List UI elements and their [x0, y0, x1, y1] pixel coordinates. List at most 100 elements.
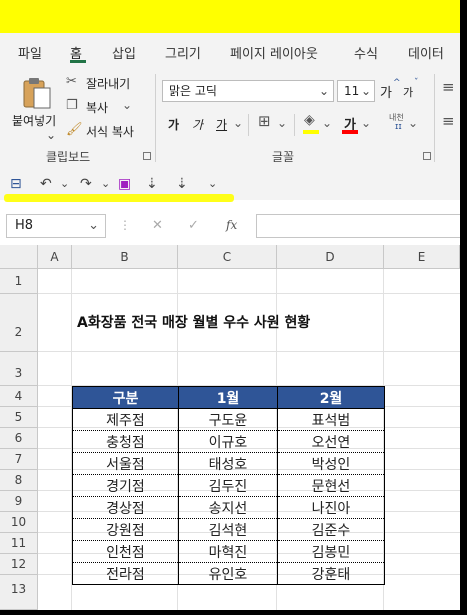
column-header-b[interactable]: B: [72, 245, 178, 269]
sort-descending-icon[interactable]: ⇣: [176, 174, 188, 194]
row-header-8[interactable]: 8: [0, 470, 38, 491]
shrink-font-button[interactable]: 가: [403, 84, 413, 100]
bold-button[interactable]: 가: [168, 116, 179, 133]
chevron-down-icon[interactable]: ⌄: [60, 174, 69, 194]
row-header-6[interactable]: 6: [0, 428, 38, 449]
tab-data[interactable]: 데이터: [408, 43, 444, 62]
font-launcher-icon[interactable]: [423, 152, 431, 160]
chevron-down-icon[interactable]: ⌄: [361, 116, 371, 130]
cut-button[interactable]: ✂ 잘라내기: [66, 74, 146, 92]
table-cell[interactable]: 서울점: [72, 452, 179, 475]
table-cell[interactable]: 이규호: [178, 430, 278, 453]
select-all-corner[interactable]: [0, 245, 38, 269]
font-color-swatch: [342, 130, 358, 134]
formula-input[interactable]: [256, 214, 460, 238]
table-cell[interactable]: 문현선: [277, 474, 385, 497]
table-cell[interactable]: 김준수: [277, 518, 385, 541]
column-header-d[interactable]: D: [277, 245, 384, 269]
chevron-down-icon[interactable]: ⌄: [233, 116, 243, 130]
paste-button[interactable]: 붙여넣기: [10, 74, 56, 128]
table-cell[interactable]: 구도윤: [178, 408, 278, 431]
font-group-label: 글꼴: [272, 150, 295, 164]
table-header-cell[interactable]: 구분: [72, 386, 179, 409]
table-cell[interactable]: 충청점: [72, 430, 179, 453]
table-header-cell[interactable]: 2월: [277, 386, 385, 409]
row-header-1[interactable]: 1: [0, 269, 38, 294]
table-cell[interactable]: 경기점: [72, 474, 179, 497]
customize-toolbar-icon[interactable]: ⌄: [208, 174, 217, 194]
table-cell[interactable]: 인천점: [72, 540, 179, 563]
table-cell[interactable]: 송지선: [178, 496, 278, 519]
scissors-icon: ✂: [66, 74, 77, 89]
sort-ascending-icon[interactable]: ⇣: [146, 174, 158, 194]
name-box-value: H8: [15, 218, 34, 233]
row-header-11[interactable]: 11: [0, 533, 38, 554]
cancel-icon[interactable]: ✕: [152, 218, 163, 233]
row-header-2[interactable]: 2: [0, 294, 38, 352]
table-cell[interactable]: 전라점: [72, 562, 179, 585]
table-cell[interactable]: 제주점: [72, 408, 179, 431]
row-header-12[interactable]: 12: [0, 554, 38, 575]
table-header-cell[interactable]: 1월: [178, 386, 278, 409]
redo-icon[interactable]: ↷: [80, 174, 92, 194]
tab-page-layout[interactable]: 페이지 레이아웃: [230, 43, 318, 62]
chevron-down-icon[interactable]: ⌄: [277, 116, 287, 130]
chevron-down-icon[interactable]: ⌄: [408, 116, 418, 130]
autofit-icon[interactable]: ⊟: [10, 174, 22, 194]
table-cell[interactable]: 유인호: [178, 562, 278, 585]
table-cell[interactable]: 김봉민: [277, 540, 385, 563]
fill-color-icon[interactable]: ◈: [304, 112, 315, 128]
row-header-5[interactable]: 5: [0, 407, 38, 428]
format-painter-button[interactable]: 🖌 서식 복사: [66, 122, 146, 140]
copy-icon: ❐: [66, 98, 78, 113]
table-cell[interactable]: 마혁진: [178, 540, 278, 563]
save-icon[interactable]: ▣: [118, 174, 131, 194]
name-box[interactable]: H8 ⌄: [6, 214, 106, 238]
table-cell[interactable]: 김두진: [178, 474, 278, 497]
undo-icon[interactable]: ↶: [40, 174, 52, 194]
align-top-icon[interactable]: ≡: [442, 78, 455, 96]
chevron-down-icon[interactable]: ⌄: [101, 174, 110, 194]
copy-button[interactable]: ❐ 복사 ⌄: [66, 98, 146, 116]
font-size-select[interactable]: 11 ⌄: [337, 80, 375, 102]
italic-button[interactable]: 가: [192, 116, 203, 133]
row-header-13[interactable]: 13: [0, 575, 38, 610]
separator: [155, 74, 156, 162]
table-cell[interactable]: 태성호: [178, 452, 278, 475]
tab-file[interactable]: 파일: [18, 43, 42, 62]
table-cell[interactable]: 박성인: [277, 452, 385, 475]
title-bar: [0, 0, 460, 33]
grow-font-button[interactable]: 가: [380, 82, 392, 101]
table-cell[interactable]: 강원점: [72, 518, 179, 541]
underline-button[interactable]: 가: [216, 116, 227, 133]
chevron-down-icon[interactable]: ⌄: [46, 128, 56, 142]
table-cell[interactable]: 표석범: [277, 408, 385, 431]
table-cell[interactable]: 김석현: [178, 518, 278, 541]
function-icon[interactable]: fx: [226, 218, 237, 232]
sheet-title[interactable]: A화장품 전국 매장 월별 우수 사원 현황: [77, 312, 310, 332]
table-cell[interactable]: 강훈태: [277, 562, 385, 585]
formula-bar: H8 ⌄ ⋮ ✕ ✓ fx: [0, 210, 460, 242]
chevron-down-icon[interactable]: ⌄: [322, 116, 332, 130]
tab-insert[interactable]: 삽입: [112, 43, 136, 62]
chevron-down-icon: ⌄: [88, 218, 99, 233]
tab-draw[interactable]: 그리기: [165, 43, 201, 62]
font-name-select[interactable]: 맑은 고딕 ⌄: [162, 80, 334, 102]
table-cell[interactable]: 나진아: [277, 496, 385, 519]
row-header-7[interactable]: 7: [0, 449, 38, 470]
row-header-3[interactable]: 3: [0, 352, 38, 386]
row-header-4[interactable]: 4: [0, 386, 38, 407]
active-tab-indicator: [70, 60, 86, 63]
enter-icon[interactable]: ✓: [188, 218, 199, 233]
row-header-9[interactable]: 9: [0, 491, 38, 512]
tab-formulas[interactable]: 수식: [354, 43, 378, 62]
borders-icon[interactable]: ⊞: [258, 112, 271, 130]
column-header-e[interactable]: E: [384, 245, 460, 269]
column-header-a[interactable]: A: [38, 245, 72, 269]
row-header-10[interactable]: 10: [0, 512, 38, 533]
align-left-icon[interactable]: ≡: [442, 112, 455, 130]
table-cell[interactable]: 오선연: [277, 430, 385, 453]
column-header-c[interactable]: C: [178, 245, 277, 269]
clipboard-launcher-icon[interactable]: [143, 152, 151, 160]
table-cell[interactable]: 경상점: [72, 496, 179, 519]
